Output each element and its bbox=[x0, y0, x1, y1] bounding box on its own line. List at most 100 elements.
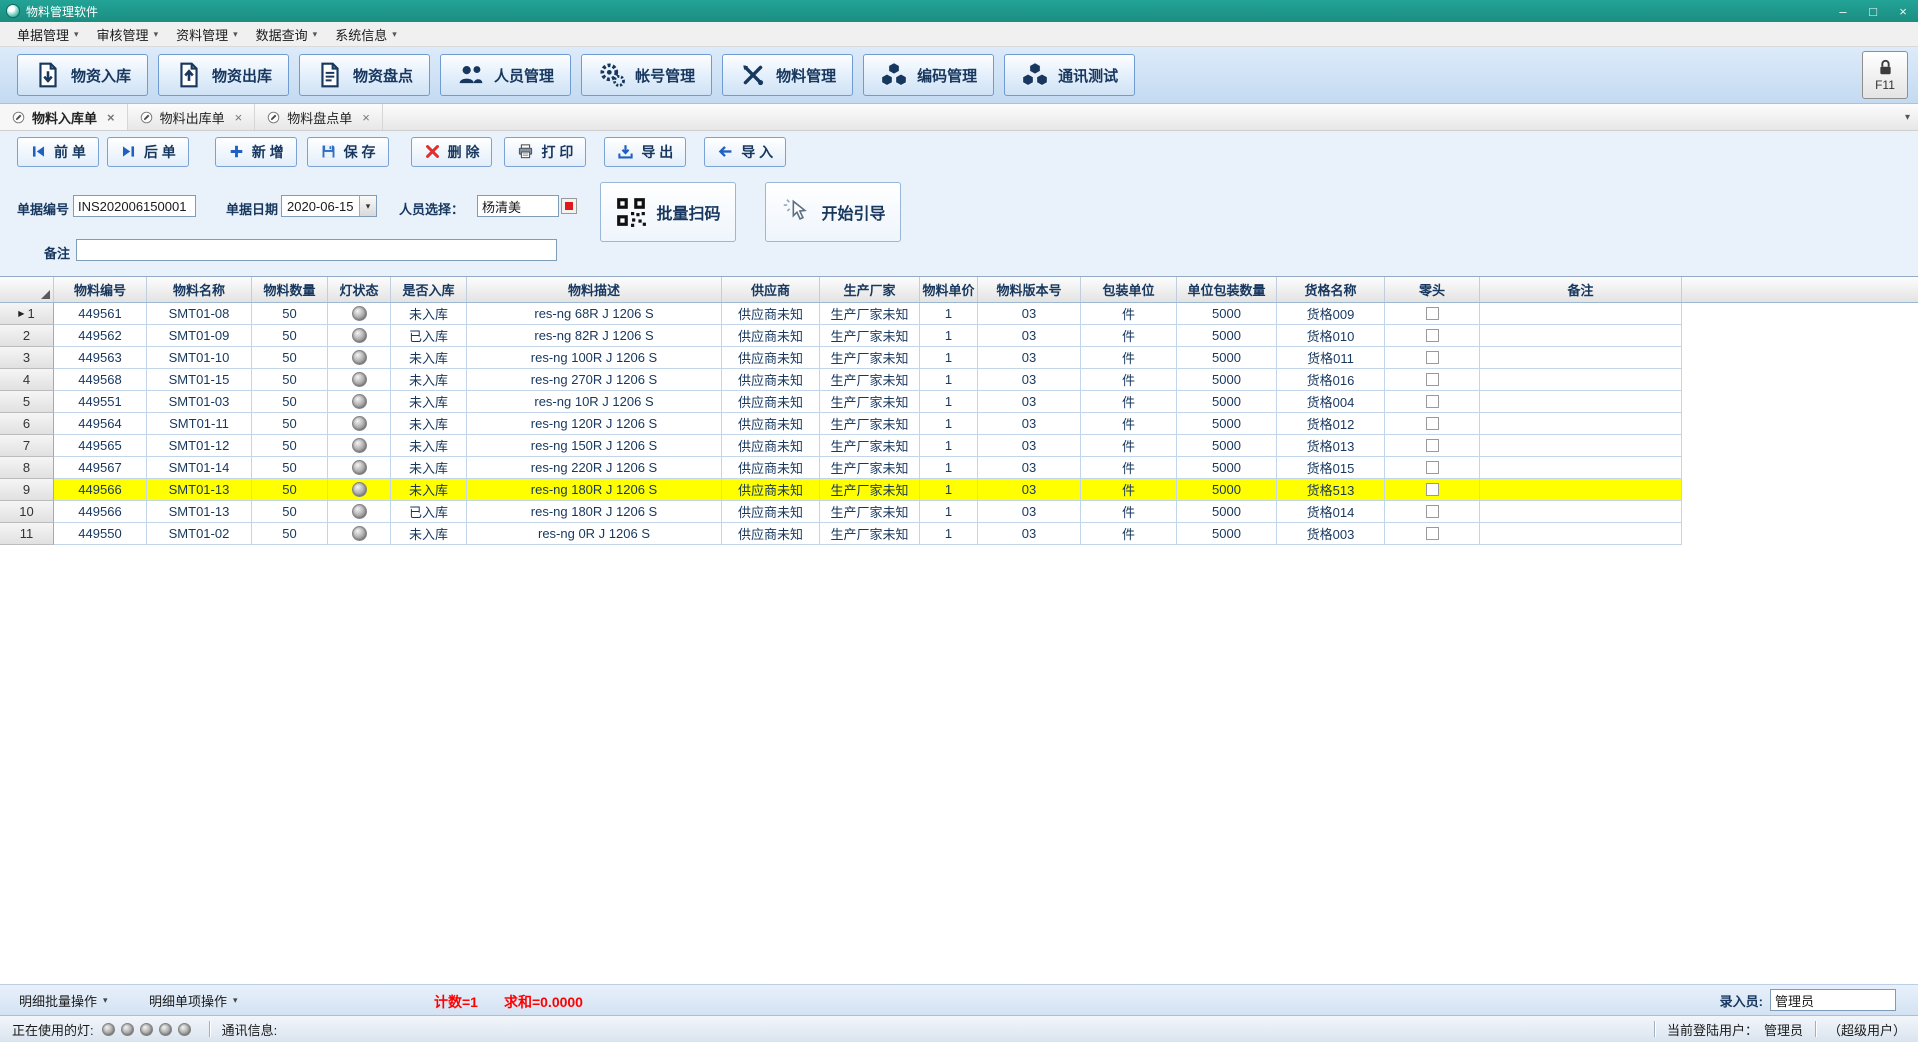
menu-item-5[interactable]: 系统信息▾ bbox=[326, 22, 406, 47]
row-header[interactable]: 6 bbox=[0, 413, 54, 435]
toolbar-button-people[interactable]: 人员管理 bbox=[440, 54, 571, 96]
table-row[interactable]: 8449567SMT01-1450未入库res-ng 220R J 1206 S… bbox=[0, 457, 1682, 479]
action-button-save[interactable]: 保 存 bbox=[307, 137, 389, 167]
row-header[interactable]: ▶1 bbox=[0, 303, 54, 325]
close-icon[interactable]: × bbox=[107, 110, 115, 125]
action-button-first[interactable]: 前 单 bbox=[17, 137, 99, 167]
action-button-export[interactable]: 导 出 bbox=[604, 137, 686, 167]
column-header-2[interactable]: 物料名称 bbox=[147, 277, 252, 302]
grid-corner-cell[interactable] bbox=[0, 277, 54, 302]
row-header[interactable]: 9 bbox=[0, 479, 54, 501]
row-header[interactable]: 4 bbox=[0, 369, 54, 391]
table-row[interactable]: 2449562SMT01-0950已入库res-ng 82R J 1206 S供… bbox=[0, 325, 1682, 347]
toolbar-button-doc-export[interactable]: 物资出库 bbox=[158, 54, 289, 96]
toolbar-button-tools[interactable]: 物料管理 bbox=[722, 54, 853, 96]
start-guide-button[interactable]: 开始引导 bbox=[765, 182, 901, 242]
close-icon[interactable]: × bbox=[235, 110, 243, 125]
remark-label: 备注 bbox=[44, 243, 70, 262]
toolbar-button-comm-cubes[interactable]: 通讯测试 bbox=[1004, 54, 1135, 96]
column-header-13[interactable]: 货格名称 bbox=[1277, 277, 1385, 302]
tab-1[interactable]: 物料入库单× bbox=[0, 104, 128, 130]
tab-2[interactable]: 物料出库单× bbox=[128, 104, 256, 130]
column-header-6[interactable]: 物料描述 bbox=[467, 277, 722, 302]
column-header-7[interactable]: 供应商 bbox=[722, 277, 820, 302]
row-header[interactable]: 10 bbox=[0, 501, 54, 523]
order-no-input[interactable] bbox=[73, 195, 196, 217]
minimize-button[interactable]: – bbox=[1828, 0, 1858, 22]
menu-item-4[interactable]: 数据查询▾ bbox=[247, 22, 327, 47]
lock-f11-button[interactable]: F11 bbox=[1862, 51, 1908, 99]
toolbar-button-cubes[interactable]: 编码管理 bbox=[863, 54, 994, 96]
column-header-11[interactable]: 包装单位 bbox=[1081, 277, 1177, 302]
fraction-checkbox[interactable] bbox=[1426, 461, 1439, 474]
batch-ops-button[interactable]: 明细批量操作 ▾ bbox=[10, 989, 117, 1012]
table-row[interactable]: 9449566SMT01-1350未入库res-ng 180R J 1206 S… bbox=[0, 479, 1682, 501]
table-row[interactable]: 7449565SMT01-1250未入库res-ng 150R J 1206 S… bbox=[0, 435, 1682, 457]
column-header-10[interactable]: 物料版本号 bbox=[978, 277, 1081, 302]
menu-item-3[interactable]: 资料管理▾ bbox=[167, 22, 247, 47]
table-row[interactable]: 10449566SMT01-1350已入库res-ng 180R J 1206 … bbox=[0, 501, 1682, 523]
column-header-14[interactable]: 零头 bbox=[1385, 277, 1480, 302]
action-button-last[interactable]: 后 单 bbox=[107, 137, 189, 167]
table-row[interactable]: 3449563SMT01-1050未入库res-ng 100R J 1206 S… bbox=[0, 347, 1682, 369]
fraction-checkbox[interactable] bbox=[1426, 505, 1439, 518]
cell-version: 03 bbox=[978, 413, 1081, 435]
close-button[interactable]: × bbox=[1888, 0, 1918, 22]
column-header-1[interactable]: 物料编号 bbox=[54, 277, 147, 302]
table-row[interactable]: ▶1449561SMT01-0850未入库res-ng 68R J 1206 S… bbox=[0, 303, 1682, 325]
cell-price: 1 bbox=[920, 325, 978, 347]
column-header-4[interactable]: 灯状态 bbox=[328, 277, 391, 302]
column-header-15[interactable]: 备注 bbox=[1480, 277, 1682, 302]
action-button-import[interactable]: 导 入 bbox=[704, 137, 786, 167]
column-header-9[interactable]: 物料单价 bbox=[920, 277, 978, 302]
cell-remark bbox=[1480, 413, 1682, 435]
toolbar-button-gears[interactable]: 帐号管理 bbox=[581, 54, 712, 96]
row-header[interactable]: 5 bbox=[0, 391, 54, 413]
column-header-5[interactable]: 是否入库 bbox=[391, 277, 467, 302]
tab-overflow-button[interactable]: ▾ bbox=[1905, 104, 1910, 130]
table-row[interactable]: 11449550SMT01-0250未入库res-ng 0R J 1206 S供… bbox=[0, 523, 1682, 545]
close-icon[interactable]: × bbox=[362, 110, 370, 125]
order-date-combobox[interactable]: 2020-06-15 ▾ bbox=[281, 195, 377, 217]
person-input[interactable] bbox=[477, 195, 559, 217]
row-header[interactable]: 8 bbox=[0, 457, 54, 479]
single-ops-button[interactable]: 明细单项操作 ▾ bbox=[140, 989, 247, 1012]
fraction-checkbox[interactable] bbox=[1426, 307, 1439, 320]
menu-item-2[interactable]: 审核管理▾ bbox=[88, 22, 168, 47]
action-button-print[interactable]: 打 印 bbox=[504, 137, 586, 167]
tab-3[interactable]: 物料盘点单× bbox=[255, 104, 383, 130]
chevron-down-icon: ▾ bbox=[313, 29, 318, 40]
column-header-8[interactable]: 生产厂家 bbox=[820, 277, 920, 302]
fraction-checkbox[interactable] bbox=[1426, 483, 1439, 496]
maximize-button[interactable]: □ bbox=[1858, 0, 1888, 22]
table-row[interactable]: 6449564SMT01-1150未入库res-ng 120R J 1206 S… bbox=[0, 413, 1682, 435]
chevron-down-icon[interactable]: ▾ bbox=[359, 196, 376, 216]
column-header-3[interactable]: 物料数量 bbox=[252, 277, 328, 302]
fraction-checkbox[interactable] bbox=[1426, 329, 1439, 342]
grid-header-filler bbox=[1682, 277, 1918, 302]
table-row[interactable]: 4449568SMT01-1550未入库res-ng 270R J 1206 S… bbox=[0, 369, 1682, 391]
toolbar-button-doc-import[interactable]: 物资入库 bbox=[17, 54, 148, 96]
row-header[interactable]: 3 bbox=[0, 347, 54, 369]
table-row[interactable]: 5449551SMT01-0350未入库res-ng 10R J 1206 S供… bbox=[0, 391, 1682, 413]
lamp-status-icon bbox=[352, 482, 367, 497]
fraction-checkbox[interactable] bbox=[1426, 373, 1439, 386]
fraction-checkbox[interactable] bbox=[1426, 351, 1439, 364]
action-button-delete[interactable]: 删 除 bbox=[411, 137, 493, 167]
fraction-checkbox[interactable] bbox=[1426, 395, 1439, 408]
remark-input[interactable] bbox=[76, 239, 557, 261]
fraction-checkbox[interactable] bbox=[1426, 417, 1439, 430]
menu-item-1[interactable]: 单据管理▾ bbox=[8, 22, 88, 47]
fraction-checkbox[interactable] bbox=[1426, 439, 1439, 452]
batch-ops-label: 明细批量操作 bbox=[19, 991, 97, 1010]
row-header[interactable]: 2 bbox=[0, 325, 54, 347]
action-button-add[interactable]: 新 增 bbox=[215, 137, 297, 167]
column-header-12[interactable]: 单位包装数量 bbox=[1177, 277, 1277, 302]
person-picker-button[interactable] bbox=[561, 198, 577, 214]
batch-scan-button[interactable]: 批量扫码 bbox=[600, 182, 736, 242]
row-header[interactable]: 11 bbox=[0, 523, 54, 545]
toolbar-button-doc-list[interactable]: 物资盘点 bbox=[299, 54, 430, 96]
fraction-checkbox[interactable] bbox=[1426, 527, 1439, 540]
recorder-input[interactable] bbox=[1770, 989, 1896, 1011]
row-header[interactable]: 7 bbox=[0, 435, 54, 457]
